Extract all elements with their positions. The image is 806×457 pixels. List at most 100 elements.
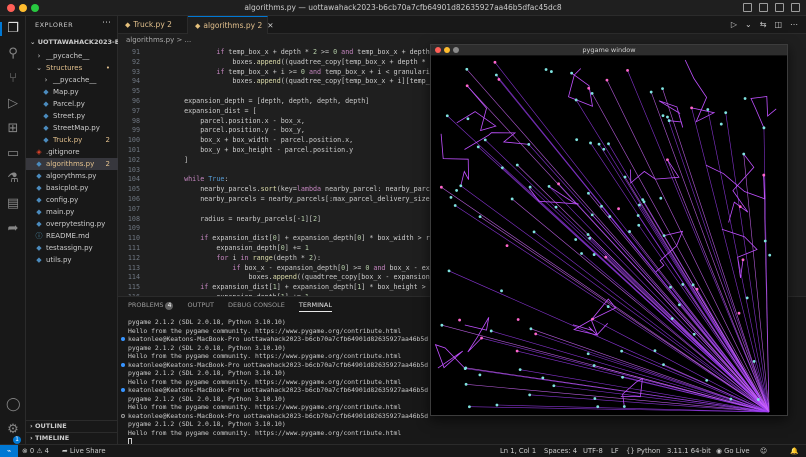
- tree-item-label: Truck.py: [53, 136, 83, 144]
- explorer-icon[interactable]: ❐: [6, 22, 20, 36]
- extensions-icon[interactable]: ⊞: [6, 122, 20, 136]
- tree-item[interactable]: ◆ testassign.py: [26, 242, 118, 254]
- docker-icon[interactable]: ▤: [6, 197, 20, 211]
- terminal-line: Hello from the pygame community. https:/…: [128, 428, 402, 437]
- toggle-panel-icon[interactable]: [759, 3, 768, 12]
- account-icon[interactable]: ◯: [6, 398, 21, 412]
- more-actions-icon[interactable]: ⋯: [102, 18, 111, 28]
- tree-item[interactable]: ◆ basicplot.py: [26, 182, 118, 194]
- activity-bar: ❐ ⚲ ⑂ ▷ ⊞ ▭ ⚗ ▤ ➦ ◯ ⚙ 1: [0, 16, 26, 444]
- tree-item[interactable]: ◆ Map.py: [26, 86, 118, 98]
- terminal-line: pygame 2.1.2 (SDL 2.0.18, Python 3.10.10…: [128, 343, 286, 352]
- toggle-sidebar-icon[interactable]: [743, 3, 752, 12]
- terminal-line: Hello from the pygame community. https:/…: [128, 403, 402, 411]
- tree-item[interactable]: ⓘ README.md: [26, 230, 118, 242]
- source-control-icon[interactable]: ⑂: [6, 72, 20, 86]
- parcel-node: [620, 349, 624, 353]
- tree-item[interactable]: ◆ Street.py: [26, 110, 118, 122]
- live-share-status[interactable]: ➦ Live Share: [62, 447, 106, 455]
- split-editor-icon[interactable]: ◫: [774, 20, 782, 29]
- remote-indicator-icon[interactable]: ⌁: [0, 445, 18, 457]
- run-python-icon[interactable]: ▷: [731, 20, 737, 29]
- tree-item-label: testassign.py: [46, 244, 93, 252]
- tree-item[interactable]: ◆ algorithms.py 2: [26, 158, 118, 170]
- close-tab-icon[interactable]: ✕: [267, 21, 273, 30]
- run-debug-icon[interactable]: ▷: [6, 97, 20, 111]
- indentation[interactable]: Spaces: 4: [544, 447, 577, 455]
- tab-debug-console[interactable]: DEBUG CONSOLE: [228, 301, 285, 312]
- code-text: boxes.append((quadtree_copy[temp_box_x +…: [168, 77, 450, 86]
- manage-gear-icon[interactable]: ⚙: [6, 423, 20, 437]
- tree-item[interactable]: ◆ Truck.py 2: [26, 134, 118, 146]
- route-visualization[interactable]: [431, 56, 787, 416]
- remote-explorer-icon[interactable]: ▭: [6, 147, 20, 161]
- tree-item[interactable]: ◈ .gitignore: [26, 146, 118, 158]
- tree-item[interactable]: ◆ config.py: [26, 194, 118, 206]
- outline-section[interactable]: › OUTLINE: [26, 420, 118, 431]
- compare-icon[interactable]: ⇆: [760, 20, 767, 29]
- command-status-icon[interactable]: [121, 337, 125, 341]
- breadcrumb[interactable]: algorithms.py > ...: [126, 36, 191, 44]
- python-interpreter[interactable]: 3.11.1 64-bit: [667, 447, 711, 455]
- tree-item-label: README.md: [46, 232, 90, 240]
- tab-output[interactable]: OUTPUT: [187, 301, 214, 312]
- outline-label: OUTLINE: [34, 422, 67, 430]
- line-number: 96: [131, 97, 140, 105]
- parcel-node: [495, 403, 499, 407]
- tab-truck[interactable]: ◆ Truck.py 2: [118, 16, 188, 34]
- command-status-icon[interactable]: [121, 413, 125, 418]
- code-text: if temp_box_x + depth * 2 >= 0 and temp_…: [216, 48, 454, 56]
- command-status-icon[interactable]: [121, 362, 125, 367]
- tree-item[interactable]: ◆ Parcel.py: [26, 98, 118, 110]
- tab-algorithms[interactable]: ◆ algorithms.py 2 ✕: [188, 16, 274, 34]
- parcel-node: [637, 223, 641, 227]
- tree-item-label: utils.py: [46, 256, 72, 264]
- delivery-route: [456, 85, 497, 132]
- terminal-line: pygame 2.1.2 (SDL 2.0.18, Python 3.10.10…: [128, 394, 286, 403]
- pygame-window[interactable]: pygame window: [430, 44, 788, 416]
- account-status-icon[interactable]: ☺: [760, 447, 767, 455]
- timeline-section[interactable]: › TIMELINE: [26, 432, 118, 443]
- cursor-position[interactable]: Ln 1, Col 1: [500, 447, 536, 455]
- tab-terminal[interactable]: TERMINAL: [298, 301, 332, 312]
- timeline-label: TIMELINE: [34, 434, 70, 442]
- search-icon[interactable]: ⚲: [6, 47, 20, 61]
- go-live-button[interactable]: ◉ Go Live: [716, 447, 750, 455]
- warning-icon: ⚠: [36, 447, 43, 455]
- parcel-node: [447, 269, 451, 273]
- parcel-node: [439, 185, 443, 189]
- more-icon[interactable]: ⋯: [790, 20, 798, 29]
- py-file-icon: ◆: [36, 160, 42, 168]
- py-file-icon: ◆: [43, 88, 49, 96]
- live-share-label: Live Share: [69, 447, 106, 455]
- line-number: 104: [127, 175, 140, 184]
- tab-problems[interactable]: PROBLEMS 4: [128, 301, 174, 312]
- tree-item[interactable]: ◆ overpytesting.py: [26, 218, 118, 230]
- tree-item[interactable]: ◆ utils.py: [26, 254, 118, 266]
- tree-item[interactable]: › __pycache__: [26, 50, 118, 62]
- toggle-secondary-sidebar-icon[interactable]: [775, 3, 784, 12]
- tree-item-label: algorythms.py: [46, 172, 97, 180]
- live-share-icon[interactable]: ➦: [6, 222, 20, 236]
- run-dropdown-icon[interactable]: ⌄: [745, 20, 752, 29]
- problems-status[interactable]: ⊗ 0 ⚠ 4: [22, 447, 49, 455]
- tree-item[interactable]: ◆ algorythms.py: [26, 170, 118, 182]
- encoding[interactable]: UTF-8: [583, 447, 603, 455]
- tree-item[interactable]: ◆ StreetMap.py: [26, 122, 118, 134]
- end-of-line[interactable]: LF: [611, 447, 619, 455]
- command-status-icon[interactable]: [121, 388, 125, 392]
- terminal-line: keatonlee@Keatons-MacBook-Pro uottawahac…: [128, 411, 429, 420]
- customize-layout-icon[interactable]: [791, 3, 800, 12]
- tree-item[interactable]: ◆ main.py: [26, 206, 118, 218]
- language-mode[interactable]: {} Python: [626, 447, 660, 455]
- parcel-node: [590, 91, 594, 95]
- tree-item[interactable]: ⌄ Structures •: [26, 62, 118, 74]
- tree-item[interactable]: › __pycache__: [26, 74, 118, 86]
- testing-icon[interactable]: ⚗: [6, 172, 20, 186]
- line-number: 107: [127, 204, 140, 213]
- pygame-title-bar[interactable]: pygame window: [431, 45, 787, 56]
- notifications-icon[interactable]: 🔔: [790, 447, 798, 455]
- workspace-root[interactable]: ⌄ UOTTAWAHACK2023-B6...: [26, 36, 118, 48]
- py-file-icon: ◆: [43, 136, 49, 144]
- route-line: [691, 107, 770, 413]
